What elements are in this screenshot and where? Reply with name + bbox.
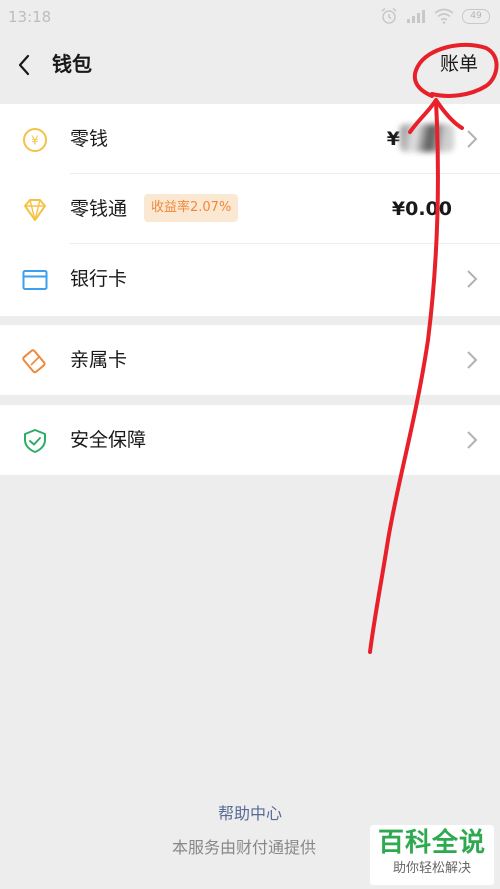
wallet-section-family: 亲属卡: [0, 325, 500, 395]
wallet-item-label: 银行卡: [70, 268, 128, 290]
status-time: 13:18: [8, 8, 52, 26]
shield-check-icon: [24, 429, 46, 453]
chevron-right-icon: [467, 270, 478, 288]
status-bar: 13:18 49: [0, 0, 500, 34]
watermark-title: 百科全说: [377, 828, 486, 858]
diamond-icon: [24, 199, 46, 221]
chevron-right-icon: [467, 351, 478, 369]
family-card-icon: [22, 349, 46, 374]
watermark-subtitle: 助你轻松解决: [392, 861, 471, 876]
help-center-link[interactable]: 帮助中心: [0, 802, 500, 826]
wallet-item-bank-card[interactable]: 银行卡: [0, 244, 500, 314]
bill-button[interactable]: 账单: [440, 50, 478, 78]
wallet-item-label: 零钱通: [70, 198, 128, 220]
wallet-item-label: 零钱: [70, 128, 109, 150]
wallet-item-change-pass[interactable]: 零钱通 收益率2.07% ¥0.00: [0, 174, 500, 244]
signal-icon: [407, 10, 425, 23]
wallet-item-family-card[interactable]: 亲属卡: [0, 325, 500, 395]
svg-text:¥: ¥: [31, 134, 39, 148]
watermark-logo: 百科全说 助你轻松解决: [370, 825, 494, 885]
wallet-item-security[interactable]: 安全保障: [0, 405, 500, 475]
chevron-right-icon: [467, 431, 478, 449]
back-arrow-icon[interactable]: [12, 50, 40, 80]
bank-card-icon: [22, 270, 48, 290]
wallet-section-security: 安全保障: [0, 405, 500, 475]
page-title: 钱包: [52, 52, 92, 76]
change-balance: ¥: [386, 128, 400, 150]
yuan-coin-icon: ¥: [23, 128, 47, 152]
status-icons: 49: [380, 6, 490, 26]
service-provider-note: 本服务由财付通提供: [172, 838, 317, 857]
wallet-item-label: 亲属卡: [70, 349, 128, 371]
battery-icon: 49: [462, 8, 490, 24]
wallet-item-label: 安全保障: [70, 429, 147, 451]
chevron-right-icon: [467, 130, 478, 148]
alarm-icon: [381, 7, 397, 24]
change-pass-balance: ¥0.00: [391, 198, 452, 220]
nav-bar: 钱包 账单: [0, 34, 500, 96]
wifi-icon: [434, 8, 454, 24]
blurred-balance-redaction: [400, 124, 454, 152]
yield-rate-badge: 收益率2.07%: [144, 194, 239, 222]
